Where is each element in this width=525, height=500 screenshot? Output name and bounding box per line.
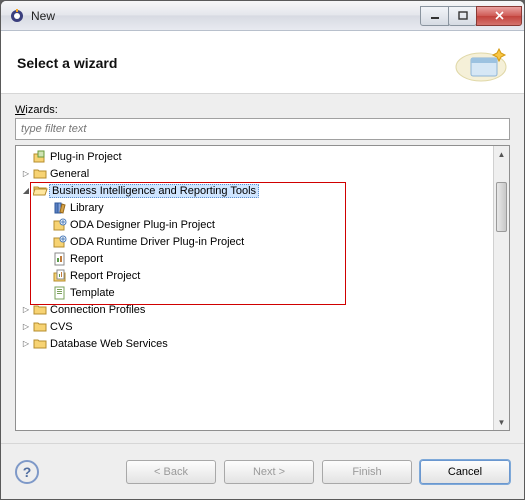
tree-item-db-web-services[interactable]: ▷ Database Web Services <box>16 335 493 352</box>
folder-icon <box>32 319 48 335</box>
titlebar[interactable]: New <box>1 1 524 31</box>
dialog-header: Select a wizard <box>1 31 524 94</box>
tree-label: Template <box>70 287 115 299</box>
expand-icon[interactable]: ▷ <box>20 339 32 348</box>
tree-item-birt[interactable]: ◢ Business Intelligence and Reporting To… <box>16 182 493 199</box>
expand-icon[interactable]: ▷ <box>20 322 32 331</box>
minimize-button[interactable] <box>420 6 449 26</box>
app-icon <box>9 8 25 24</box>
tree-label: Database Web Services <box>50 338 168 350</box>
template-icon <box>52 285 68 301</box>
tree-label: Report Project <box>70 270 140 282</box>
back-button[interactable]: < Back <box>126 460 216 484</box>
dialog-window: New Select a wizard Wizards: <box>0 0 525 500</box>
oda-icon <box>52 234 68 250</box>
tree-label: General <box>50 168 89 180</box>
folder-icon <box>32 166 48 182</box>
finish-button[interactable]: Finish <box>322 460 412 484</box>
filter-input[interactable] <box>15 118 510 140</box>
tree-item-general[interactable]: ▷ General <box>16 165 493 182</box>
help-button[interactable]: ? <box>15 460 39 484</box>
cancel-button[interactable]: Cancel <box>420 460 510 484</box>
tree-item-plugin-project[interactable]: Plug-in Project <box>16 148 493 165</box>
collapse-icon[interactable]: ◢ <box>20 186 32 195</box>
button-bar: ? < Back Next > Finish Cancel <box>1 443 524 499</box>
tree-item-oda-designer[interactable]: ODA Designer Plug-in Project <box>16 216 493 233</box>
tree-label: Plug-in Project <box>50 151 122 163</box>
folder-open-icon <box>32 183 48 199</box>
tree-label: ODA Runtime Driver Plug-in Project <box>70 236 244 248</box>
tree-item-report[interactable]: Report <box>16 250 493 267</box>
plugin-icon <box>32 149 48 165</box>
tree-item-cvs[interactable]: ▷ CVS <box>16 318 493 335</box>
scroll-down-icon[interactable]: ▼ <box>494 414 509 430</box>
window-title: New <box>31 9 421 23</box>
oda-icon <box>52 217 68 233</box>
expand-icon[interactable]: ▷ <box>20 169 32 178</box>
next-button[interactable]: Next > <box>224 460 314 484</box>
filter-label: Wizards: <box>15 104 510 116</box>
tree-label: Library <box>70 202 104 214</box>
tree-label: CVS <box>50 321 73 333</box>
page-title: Select a wizard <box>17 55 454 71</box>
tree-item-library[interactable]: Library <box>16 199 493 216</box>
tree-item-connection-profiles[interactable]: ▷ Connection Profiles <box>16 301 493 318</box>
close-button[interactable] <box>476 6 522 26</box>
folder-icon <box>32 302 48 318</box>
tree-item-report-project[interactable]: Report Project <box>16 267 493 284</box>
content-area: Wizards: Plug-in Project ▷ General ◢ Bus… <box>1 94 524 443</box>
tree-label: Report <box>70 253 103 265</box>
tree-label: Connection Profiles <box>50 304 145 316</box>
wizard-icon <box>454 43 508 83</box>
scroll-thumb[interactable] <box>496 182 507 232</box>
maximize-button[interactable] <box>448 6 477 26</box>
tree-item-template[interactable]: Template <box>16 284 493 301</box>
vertical-scrollbar[interactable]: ▲ ▼ <box>493 146 509 430</box>
report-icon <box>52 251 68 267</box>
scroll-up-icon[interactable]: ▲ <box>494 146 509 162</box>
tree-label-selected: Business Intelligence and Reporting Tool… <box>49 184 259 198</box>
folder-icon <box>32 336 48 352</box>
tree-label: ODA Designer Plug-in Project <box>70 219 215 231</box>
library-icon <box>52 200 68 216</box>
wizard-tree[interactable]: Plug-in Project ▷ General ◢ Business Int… <box>15 145 510 431</box>
expand-icon[interactable]: ▷ <box>20 305 32 314</box>
report-project-icon <box>52 268 68 284</box>
tree-item-oda-runtime[interactable]: ODA Runtime Driver Plug-in Project <box>16 233 493 250</box>
